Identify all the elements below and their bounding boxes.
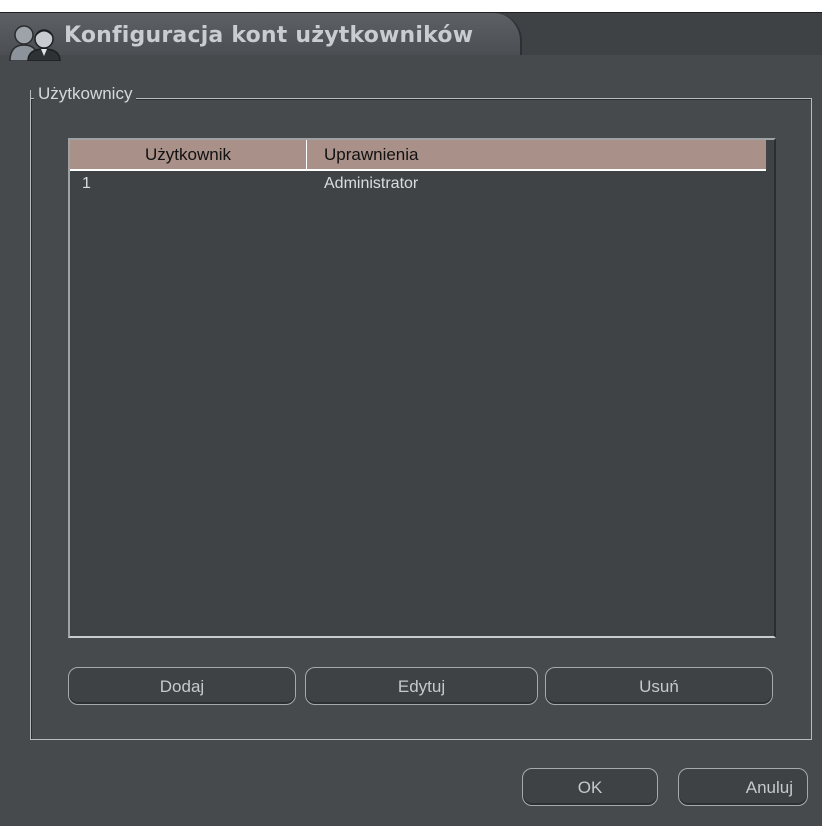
group-frame-tick (30, 90, 31, 98)
cell-user: 1 (82, 175, 91, 192)
edit-button[interactable]: Edytuj (305, 667, 538, 705)
table-row[interactable]: 1 Administrator (70, 171, 770, 197)
column-header-permissions[interactable]: Uprawnienia (324, 140, 419, 169)
ok-button[interactable]: OK (522, 768, 658, 806)
window-title: Konfiguracja kont użytkowników (64, 23, 474, 48)
top-strip (0, 0, 822, 12)
users-table[interactable]: Użytkownik Uprawnienia 1 Administrator (68, 138, 776, 638)
users-icon (9, 25, 61, 61)
cancel-button[interactable]: Anuluj (678, 768, 808, 806)
cell-permissions: Administrator (324, 175, 419, 192)
users-group-legend: Użytkownicy (34, 84, 137, 104)
user-accounts-dialog: Konfiguracja kont użytkowników Użytkowni… (0, 0, 822, 826)
title-bar: Konfiguracja kont użytkowników (0, 12, 822, 61)
delete-button[interactable]: Usuń (545, 667, 773, 705)
add-button[interactable]: Dodaj (68, 667, 296, 705)
table-header: Użytkownik Uprawnienia (70, 140, 766, 171)
column-header-user[interactable]: Użytkownik (70, 140, 307, 169)
